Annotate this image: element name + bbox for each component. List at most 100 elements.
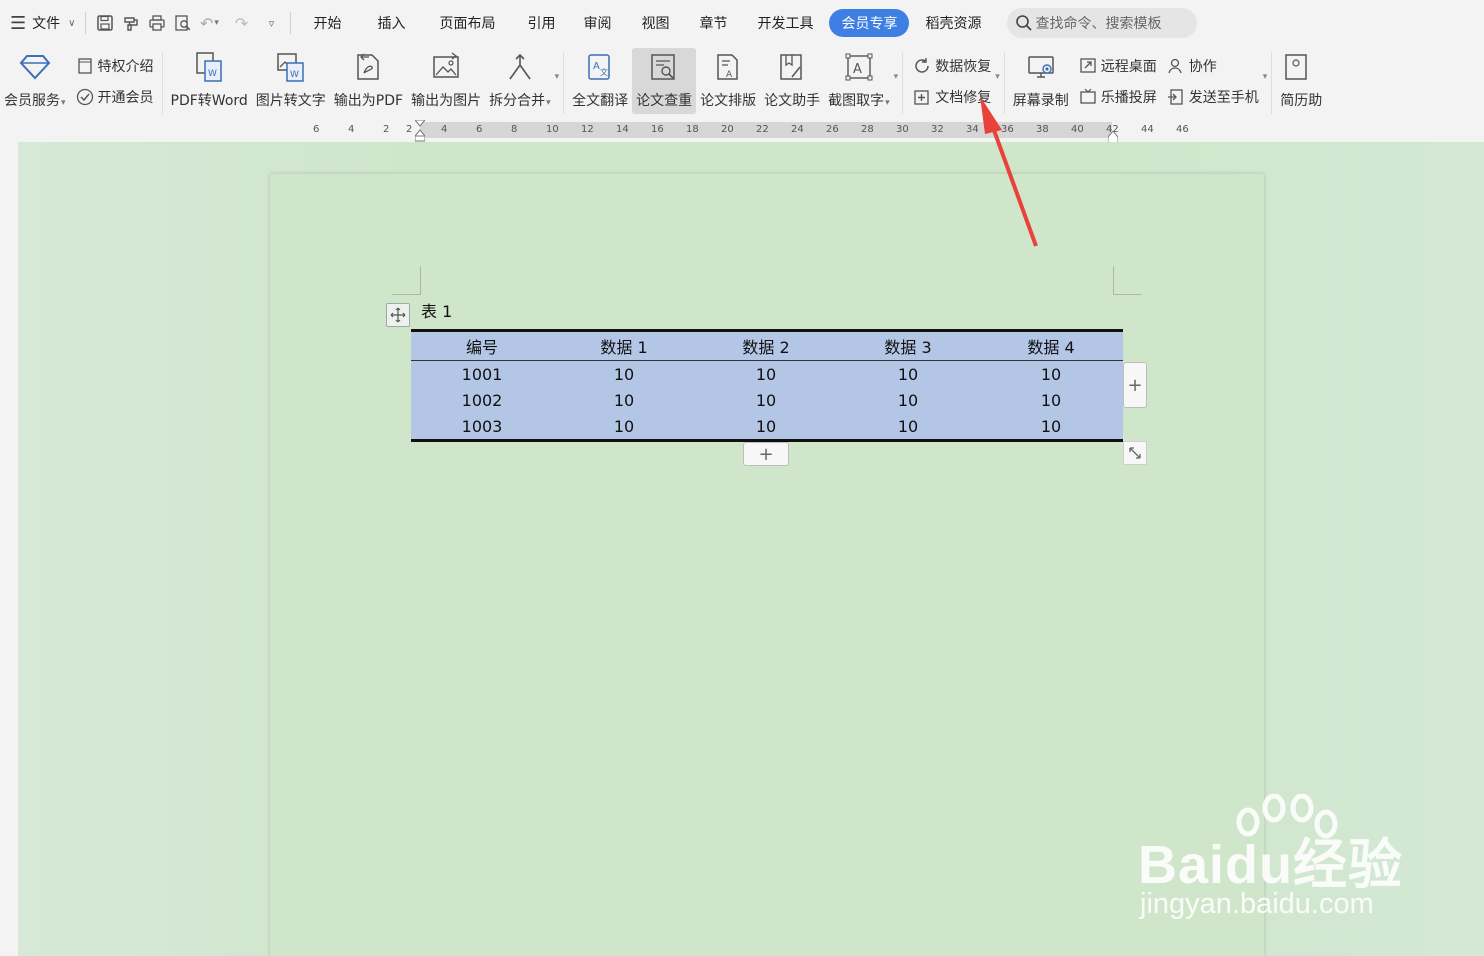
table-cell[interactable]: 1003 bbox=[411, 413, 553, 441]
ruler-tick-label: 14 bbox=[616, 124, 629, 135]
full-translate-button[interactable]: A文 全文翻译 bbox=[568, 48, 632, 114]
paper-layout-button[interactable]: A 论文排版 bbox=[696, 48, 760, 114]
open-membership-button[interactable]: 开通会员 bbox=[74, 84, 154, 110]
table-cell[interactable]: 10 bbox=[979, 387, 1123, 413]
table-cell[interactable]: 10 bbox=[553, 361, 695, 388]
table-cell[interactable]: 10 bbox=[979, 361, 1123, 388]
remote-desktop-icon bbox=[1077, 55, 1099, 77]
tab-page-layout[interactable]: 页面布局 bbox=[427, 9, 507, 37]
ruler-tick-label: 36 bbox=[1001, 124, 1014, 135]
send-to-phone-button[interactable]: 发送至手机 bbox=[1165, 84, 1259, 110]
table-cell[interactable]: 10 bbox=[695, 387, 837, 413]
table-cell[interactable]: 1002 bbox=[411, 387, 553, 413]
right-indent-marker[interactable] bbox=[1107, 128, 1119, 144]
redo-icon[interactable]: ↷ bbox=[228, 10, 254, 36]
tab-developer[interactable]: 开发工具 bbox=[745, 9, 825, 37]
table-header-cell[interactable]: 编号 bbox=[411, 330, 553, 361]
tab-review[interactable]: 审阅 bbox=[571, 9, 623, 37]
indent-marker[interactable] bbox=[413, 119, 427, 142]
paper-assistant-button[interactable]: 论文助手 bbox=[760, 48, 824, 114]
menu-bar: ☰ 文件 ∨ ↶ ▾ ↷ ▿ 开始 插入 页面布局 引用 审阅 视图 章节 开发工… bbox=[0, 0, 1484, 46]
doc-repair-button[interactable]: 文档修复 bbox=[911, 84, 991, 110]
diamond-icon bbox=[15, 48, 55, 86]
tab-references[interactable]: 引用 bbox=[515, 9, 567, 37]
screen-record-icon bbox=[1021, 48, 1061, 86]
add-column-button[interactable]: + bbox=[1123, 362, 1147, 408]
split-merge-icon bbox=[500, 48, 540, 86]
ribbon-toolbar: 会员服务▾ 特权介绍 开通会员 W PDF转Word W 图片转文字 输出为PD… bbox=[0, 46, 1484, 120]
ruler-tick-label: 40 bbox=[1071, 124, 1084, 135]
table-row: 1001 10 10 10 10 bbox=[411, 361, 1123, 388]
leplay-cast-button[interactable]: 乐播投屏 bbox=[1077, 84, 1157, 110]
collaborate-button[interactable]: 协作 bbox=[1165, 53, 1259, 79]
image-to-text-button[interactable]: W 图片转文字 bbox=[252, 48, 330, 114]
table-cell[interactable]: 10 bbox=[837, 387, 979, 413]
data-recovery-button[interactable]: 数据恢复 bbox=[911, 53, 991, 79]
table-cell[interactable]: 10 bbox=[837, 413, 979, 441]
ruler-tick-label: 2 bbox=[383, 124, 390, 135]
more-options-icon[interactable]: ▾ bbox=[1263, 72, 1268, 82]
tab-insert[interactable]: 插入 bbox=[365, 9, 417, 37]
move-icon bbox=[390, 307, 406, 323]
format-painter-icon[interactable] bbox=[118, 10, 144, 36]
table-header-cell[interactable]: 数据 2 bbox=[695, 330, 837, 361]
customize-toolbar-icon[interactable]: ▿ bbox=[258, 10, 284, 36]
horizontal-ruler[interactable]: 6 4 2 2 4 6 8 10 12 14 16 18 20 22 24 26 28 30 32 34 36 38 40 4… bbox=[0, 119, 1484, 144]
export-pdf-button[interactable]: 输出为PDF bbox=[330, 48, 407, 114]
table-cell[interactable]: 10 bbox=[553, 387, 695, 413]
plus-icon: + bbox=[758, 443, 774, 465]
ruler-tick-label: 24 bbox=[791, 124, 804, 135]
collab-group: 协作 发送至手机 bbox=[1161, 50, 1263, 112]
paper-check-button[interactable]: 论文查重 bbox=[632, 48, 697, 114]
export-image-button[interactable]: 输出为图片 bbox=[407, 48, 485, 114]
table-resize-handle[interactable] bbox=[1123, 441, 1147, 465]
tab-home[interactable]: 开始 bbox=[301, 9, 353, 37]
table-header-cell[interactable]: 数据 4 bbox=[979, 330, 1123, 361]
vip-service-label: 会员服务 bbox=[4, 93, 60, 109]
split-merge-button[interactable]: 拆分合并▾ bbox=[485, 48, 555, 114]
more-options-icon[interactable]: ▾ bbox=[894, 72, 899, 82]
divider bbox=[85, 12, 87, 34]
undo-icon[interactable]: ↶ ▾ bbox=[196, 10, 222, 36]
tab-docer-resources[interactable]: 稻壳资源 bbox=[913, 9, 993, 37]
search-box[interactable]: 查找命令、搜索模板 bbox=[1007, 8, 1198, 38]
more-options-icon[interactable]: ▾ bbox=[555, 72, 560, 82]
divider bbox=[290, 12, 292, 34]
table-cell[interactable]: 10 bbox=[695, 361, 837, 388]
file-menu[interactable]: ☰ 文件 ∨ bbox=[6, 8, 79, 38]
divider bbox=[1003, 52, 1005, 114]
more-options-icon[interactable]: ▾ bbox=[995, 72, 1000, 82]
export-pdf-label: 输出为PDF bbox=[333, 93, 404, 109]
ruler-tick-label: 18 bbox=[686, 124, 699, 135]
table-cell[interactable]: 10 bbox=[553, 413, 695, 441]
tab-view[interactable]: 视图 bbox=[629, 9, 681, 37]
table-cell[interactable]: 10 bbox=[837, 361, 979, 388]
table-cell[interactable]: 10 bbox=[979, 413, 1123, 441]
svg-text:W: W bbox=[290, 70, 299, 80]
screen-record-button[interactable]: 屏幕录制 bbox=[1009, 48, 1073, 114]
table-move-handle[interactable] bbox=[386, 303, 410, 327]
send-to-phone-label: 发送至手机 bbox=[1188, 89, 1259, 106]
paper-check-label: 论文查重 bbox=[636, 93, 693, 109]
vertical-ruler[interactable] bbox=[0, 142, 18, 956]
table-cell[interactable]: 10 bbox=[695, 413, 837, 441]
leplay-cast-label: 乐播投屏 bbox=[1100, 89, 1157, 106]
privilege-intro-button[interactable]: 特权介绍 bbox=[74, 53, 154, 79]
paper-assistant-label: 论文助手 bbox=[764, 93, 821, 109]
print-icon[interactable] bbox=[144, 10, 170, 36]
add-row-button[interactable]: + bbox=[743, 442, 789, 466]
vip-service-button[interactable]: 会员服务▾ bbox=[0, 48, 70, 114]
table-cell[interactable]: 1001 bbox=[411, 361, 553, 388]
pdf-to-word-button[interactable]: W PDF转Word bbox=[167, 48, 252, 114]
table-header-cell[interactable]: 数据 1 bbox=[553, 330, 695, 361]
full-translate-label: 全文翻译 bbox=[572, 93, 629, 109]
screenshot-ocr-button[interactable]: A 截图取字▾ bbox=[824, 48, 894, 114]
print-preview-icon[interactable] bbox=[170, 10, 196, 36]
remote-desktop-button[interactable]: 远程桌面 bbox=[1077, 53, 1157, 79]
data-table[interactable]: 编号 数据 1 数据 2 数据 3 数据 4 1001 10 10 10 10 … bbox=[411, 329, 1123, 442]
table-header-cell[interactable]: 数据 3 bbox=[837, 330, 979, 361]
tab-member[interactable]: 会员专享 bbox=[829, 9, 910, 37]
resume-button[interactable]: 简历助 bbox=[1276, 48, 1322, 114]
save-icon[interactable] bbox=[92, 10, 118, 36]
tab-chapter[interactable]: 章节 bbox=[687, 9, 739, 37]
